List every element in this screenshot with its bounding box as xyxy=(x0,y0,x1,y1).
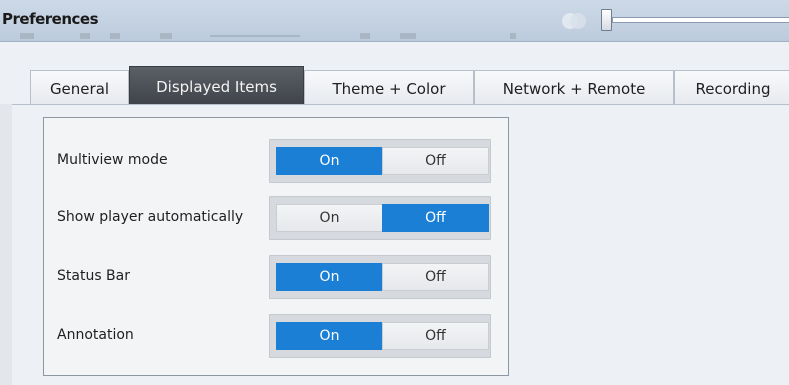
show-player-on-button[interactable]: On xyxy=(276,204,383,232)
multiview-on-button[interactable]: On xyxy=(276,147,383,175)
overlap-circles-icon[interactable] xyxy=(559,10,589,32)
multiview-toggle: On Off xyxy=(269,139,491,183)
faded-toolbar-icons xyxy=(20,33,516,39)
setting-row-multiview: Multiview mode On Off xyxy=(44,130,510,190)
setting-label: Status Bar xyxy=(57,268,131,284)
status-bar-on-button[interactable]: On xyxy=(276,263,383,291)
displayed-items-panel: Multiview mode On Off Show player automa… xyxy=(43,117,509,376)
annotation-toggle: On Off xyxy=(269,314,491,358)
transparency-slider-track[interactable] xyxy=(612,17,789,23)
multiview-off-button[interactable]: Off xyxy=(382,147,489,175)
tab-displayed-items[interactable]: Displayed Items xyxy=(129,66,304,106)
tab-bar: General Displayed Items Theme + Color Ne… xyxy=(0,42,789,106)
transparency-slider-thumb[interactable] xyxy=(601,9,612,31)
tab-general[interactable]: General xyxy=(30,70,129,106)
show-player-off-button[interactable]: Off xyxy=(382,204,489,232)
show-player-toggle: On Off xyxy=(269,196,491,240)
setting-row-annotation: Annotation On Off xyxy=(44,305,510,365)
tab-recording-label: Recording xyxy=(695,79,771,98)
setting-label: Annotation xyxy=(57,327,134,343)
status-bar-toggle: On Off xyxy=(269,255,491,299)
tab-theme-color-label: Theme + Color xyxy=(332,79,446,98)
tab-general-label: General xyxy=(49,79,110,98)
tab-theme-color[interactable]: Theme + Color xyxy=(304,70,474,106)
window-title: Preferences xyxy=(2,10,99,28)
tab-displayed-items-label: Displayed Items xyxy=(156,77,277,96)
setting-row-show-player: Show player automatically On Off xyxy=(44,187,510,247)
setting-label: Multiview mode xyxy=(57,152,168,168)
setting-row-status-bar: Status Bar On Off xyxy=(44,246,510,306)
tab-recording[interactable]: Recording xyxy=(674,70,789,106)
annotation-off-button[interactable]: Off xyxy=(382,322,489,350)
status-bar-off-button[interactable]: Off xyxy=(382,263,489,291)
setting-label: Show player automatically xyxy=(57,209,244,225)
tab-network-remote[interactable]: Network + Remote xyxy=(474,70,674,106)
annotation-on-button[interactable]: On xyxy=(276,322,383,350)
title-bar: Preferences xyxy=(0,0,789,42)
tab-network-remote-label: Network + Remote xyxy=(502,79,646,98)
